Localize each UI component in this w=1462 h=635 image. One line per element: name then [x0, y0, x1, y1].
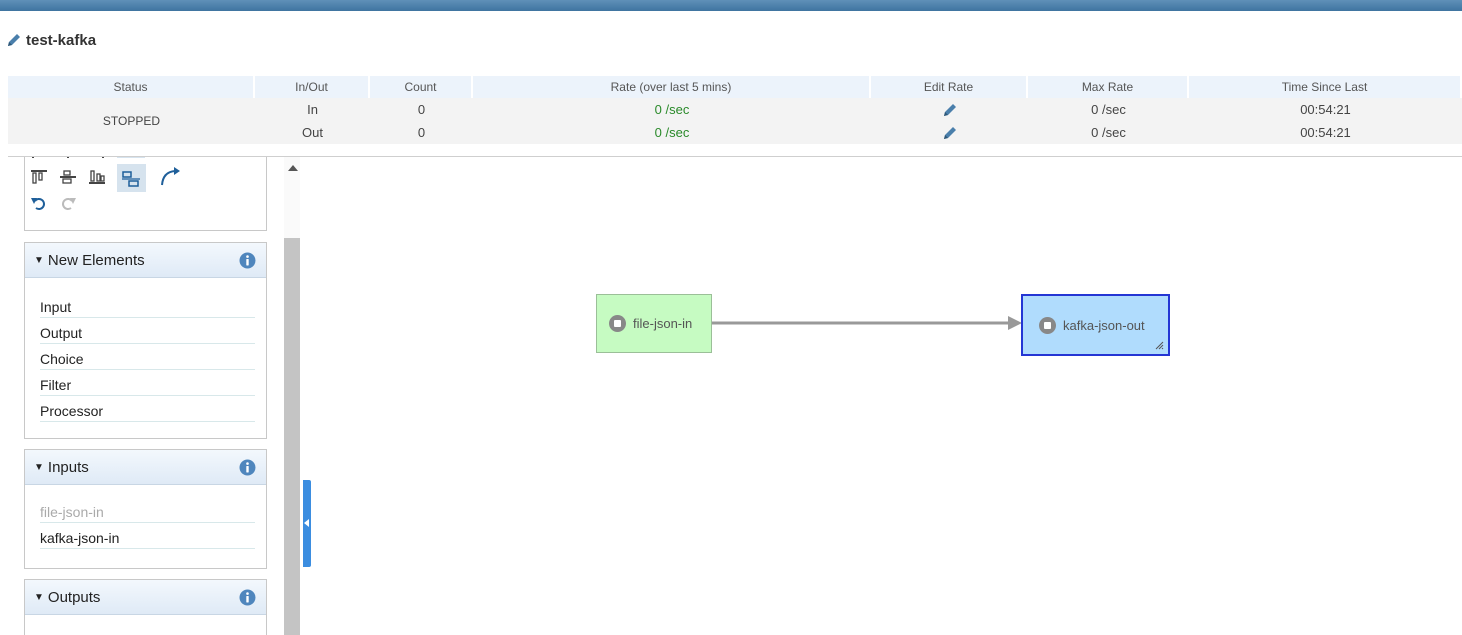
node-label: kafka-json-out: [1063, 317, 1145, 333]
stop-icon: [609, 315, 626, 332]
node-kafka-json-out[interactable]: kafka-json-out: [1021, 294, 1170, 356]
node-label: file-json-in: [633, 316, 693, 331]
flow-connection[interactable]: [0, 0, 1462, 635]
resize-grip-icon[interactable]: [1154, 340, 1164, 350]
node-file-json-in[interactable]: file-json-in: [596, 294, 712, 353]
stop-icon: [1039, 316, 1056, 334]
